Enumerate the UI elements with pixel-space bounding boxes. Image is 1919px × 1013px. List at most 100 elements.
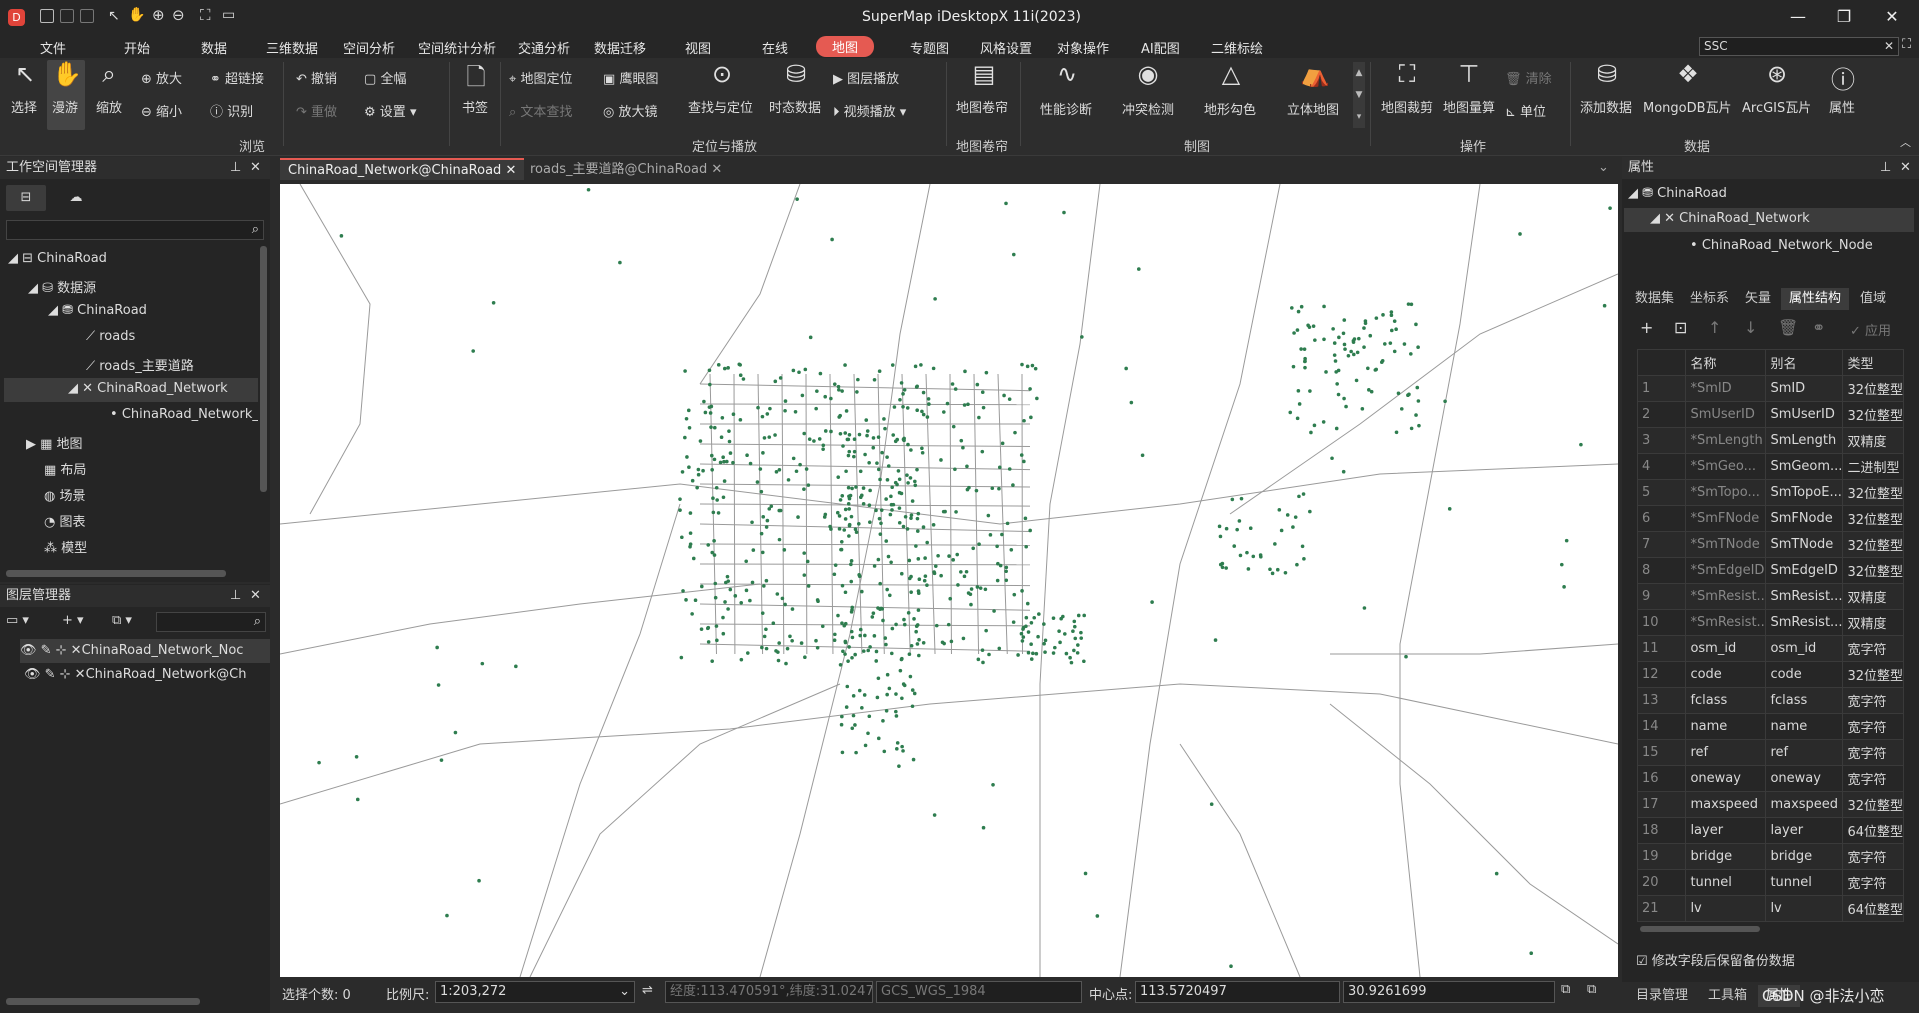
arcgis-button[interactable]: ArcGIS瓦片	[1742, 97, 1811, 116]
swap-icon[interactable]: ⇌	[642, 983, 653, 998]
add-data-icon[interactable]: ⛁	[1594, 60, 1620, 88]
pin-icon[interactable]: ⊥	[230, 585, 241, 607]
add-data-button[interactable]: 添加数据	[1580, 97, 1632, 116]
layer-row-node[interactable]: 👁 ✎ ⊹ ✕ChinaRoad_Network_Noc	[20, 639, 270, 663]
temporal-data-button[interactable]: 时态数据	[769, 97, 821, 116]
zoom-out-button[interactable]: ⊖ 缩小	[141, 101, 182, 120]
tree-charts[interactable]: ◔ 图表	[44, 511, 86, 530]
table-row[interactable]: 6 *SmFNode SmFNode 32位整型	[1636, 505, 1904, 532]
tab-network-map[interactable]: ChinaRoad_Network@ChinaRoad ✕	[280, 158, 525, 180]
ws-hscrollbar[interactable]	[6, 570, 226, 577]
close-button[interactable]: ✕	[1880, 6, 1904, 28]
measure-icon[interactable]: ⊤	[1456, 60, 1482, 88]
table-row[interactable]: 8 *SmEdgeID SmEdgeID 32位整型	[1636, 557, 1904, 584]
table-row[interactable]: 5 *SmTopo... SmTopoE... 32位整型	[1636, 479, 1904, 506]
layer-hscrollbar[interactable]	[6, 998, 200, 1005]
find-locate-icon[interactable]: ⊙	[709, 60, 735, 88]
magnifier-button[interactable]: ◎ 放大镜	[603, 101, 658, 120]
tree-datasource-chinaroad[interactable]: ◢ ⛃ ChinaRoad	[48, 303, 147, 318]
map-canvas[interactable]	[280, 184, 1618, 977]
clear-button[interactable]: 🗑 清除	[1505, 68, 1552, 87]
zoom-button[interactable]: 缩放	[96, 97, 122, 116]
props-tree-network[interactable]: ◢ ✕ ChinaRoad_Network	[1624, 208, 1914, 232]
props-icon[interactable]: ⓘ	[1830, 60, 1856, 95]
move-down-icon[interactable]: ↓	[1744, 318, 1757, 337]
eagle-eye-button[interactable]: ▣ 鹰眼图	[603, 68, 658, 87]
props-button[interactable]: 属性	[1829, 97, 1855, 116]
menu-start[interactable]: 开始	[124, 38, 150, 57]
layer-search-input[interactable]: ⌕	[156, 612, 266, 632]
move-up-icon[interactable]: ↑	[1708, 318, 1721, 337]
bookmark-button[interactable]: 书签	[462, 97, 488, 116]
perf-icon[interactable]: ∿	[1054, 60, 1080, 88]
tree-dataset-network[interactable]: ◢ ✕ ChinaRoad_Network	[4, 378, 258, 402]
add-layer-group-icon[interactable]: ▭ ▾	[6, 613, 29, 628]
stereo-button[interactable]: 立体地图	[1287, 99, 1339, 118]
undo-button[interactable]: ↶ 撤销	[296, 68, 337, 87]
copy-icon[interactable]: ⧉	[1561, 982, 1570, 997]
unit-button[interactable]: ⊾ 单位	[1505, 101, 1546, 120]
map-roll-button[interactable]: 地图卷帘	[956, 97, 1008, 116]
table-row[interactable]: 7 *SmTNode SmTNode 32位整型	[1636, 531, 1904, 558]
pan-tool-icon[interactable]: ✋	[128, 7, 145, 23]
table-row[interactable]: 19 bridge bridge 宽字符	[1636, 843, 1904, 870]
tree-maps[interactable]: ▶ ▦ 地图	[26, 433, 83, 452]
minimize-button[interactable]: —	[1786, 6, 1810, 28]
terrain-icon[interactable]: △	[1218, 60, 1244, 88]
table-row[interactable]: 1 *SmID SmID 32位整型	[1636, 375, 1904, 402]
close-tab-icon[interactable]: ✕	[505, 163, 516, 178]
mongodb-icon[interactable]: ❖	[1675, 60, 1701, 88]
tree-models[interactable]: ⁂ 模型	[44, 537, 87, 556]
layer-row-network[interactable]: 👁 ✎ ⊹ ✕ChinaRoad_Network@Ch	[24, 667, 270, 682]
table-hscrollbar[interactable]	[1640, 926, 1760, 932]
conflict-button[interactable]: 冲突检测	[1122, 99, 1174, 118]
menu-3d-data[interactable]: 三维数据	[266, 38, 318, 57]
tree-dataset-network-node[interactable]: • ChinaRoad_Network_N	[110, 407, 258, 422]
pin-icon[interactable]: ⊥	[1880, 157, 1891, 179]
tree-workspace[interactable]: ◢ ⊟ ChinaRoad	[8, 251, 107, 266]
table-row[interactable]: 18 layer layer 64位整型	[1636, 817, 1904, 844]
select-icon[interactable]: ↖	[12, 60, 38, 88]
tab-list-icon[interactable]: ⌄	[1598, 160, 1609, 175]
redo-button[interactable]: ↷ 重做	[296, 101, 337, 120]
subtab-attr-structure[interactable]: 属性结构	[1781, 288, 1850, 310]
table-row[interactable]: 9 *SmResist... SmResist... 双精度	[1636, 583, 1904, 610]
clear-search-icon[interactable]: ✕	[1884, 38, 1894, 55]
menu-ai-map[interactable]: AI配图	[1141, 38, 1180, 57]
header-type[interactable]: 类型	[1842, 349, 1904, 376]
header-name[interactable]: 名称	[1685, 349, 1767, 376]
pan-icon[interactable]: ✋	[52, 60, 82, 88]
table-row[interactable]: 20 tunnel tunnel 宽字符	[1636, 869, 1904, 896]
settings-button[interactable]: ⚙ 设置 ▾	[364, 101, 416, 120]
table-row[interactable]: 14 name name 宽字符	[1636, 713, 1904, 740]
terrain-button[interactable]: 地形勾色	[1204, 99, 1256, 118]
add-field-icon[interactable]: +	[1640, 318, 1653, 337]
table-row[interactable]: 3 *SmLength SmLength 双精度	[1636, 427, 1904, 454]
scale-select[interactable]: 1:203,272 ⌄	[435, 981, 635, 1003]
ws-tab-tree[interactable]: ⊟	[6, 185, 46, 211]
menu-map[interactable]: 地图	[816, 36, 875, 57]
paste-icon[interactable]: ⧉	[1587, 982, 1596, 997]
select-button[interactable]: 选择	[11, 97, 37, 116]
tree-datasources[interactable]: ◢ ⛁ 数据源	[28, 277, 96, 296]
props-tree-datasource[interactable]: ◢ ⛃ ChinaRoad	[1628, 186, 1727, 201]
collapse-ribbon-icon[interactable]: ︿	[1900, 134, 1911, 150]
tab-roads-map[interactable]: roads_主要道路@ChinaRoad ✕	[522, 159, 730, 181]
subtab-crs[interactable]: 坐标系	[1682, 288, 1737, 310]
clip-icon[interactable]: ⛶	[1394, 60, 1420, 88]
tree-dataset-roads[interactable]: ⟋ roads	[86, 329, 135, 344]
table-row[interactable]: 10 *SmResist... SmResist... 双精度	[1636, 609, 1904, 636]
tree-layouts[interactable]: ▦ 布局	[44, 459, 86, 478]
close-ws-icon[interactable]	[80, 9, 94, 23]
menu-traffic[interactable]: 交通分析	[518, 38, 570, 57]
menu-style[interactable]: 风格设置	[980, 38, 1032, 57]
pan-button[interactable]: 漫游	[52, 97, 78, 116]
ws-search-input[interactable]: ⌕	[6, 220, 264, 240]
table-row[interactable]: 21 lv lv 64位整型	[1636, 895, 1904, 922]
clip-button[interactable]: 地图裁剪	[1381, 97, 1433, 116]
link-field-icon[interactable]: ⚭	[1812, 318, 1825, 337]
search-input[interactable]: SSC ✕	[1699, 37, 1899, 56]
save-all-icon[interactable]	[60, 9, 74, 23]
text-find-button[interactable]: ⌕ 文本查找	[509, 101, 572, 120]
select-tool-icon[interactable]: ↖	[108, 8, 120, 24]
